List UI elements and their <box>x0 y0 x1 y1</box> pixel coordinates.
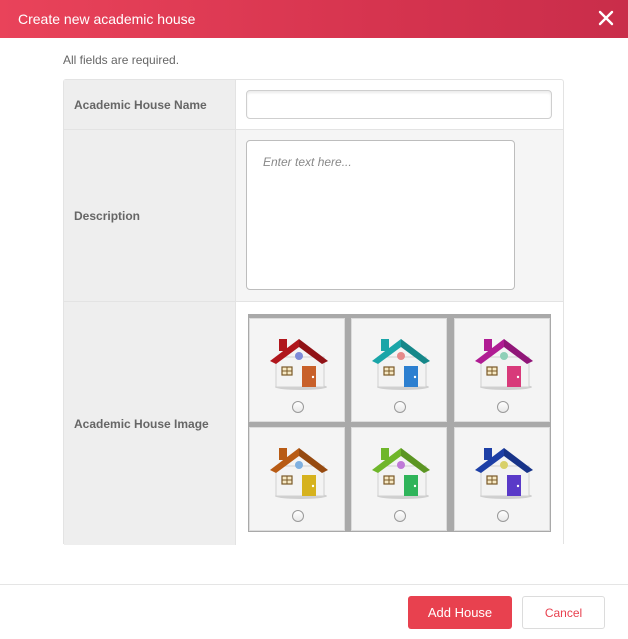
description-field-cell <box>236 130 563 301</box>
house-radio-blue[interactable] <box>497 510 509 522</box>
description-textarea[interactable] <box>246 140 515 290</box>
cancel-button[interactable]: Cancel <box>522 596 605 629</box>
house-radio-orange[interactable] <box>292 510 304 522</box>
close-icon[interactable] <box>596 8 616 28</box>
name-field-cell <box>236 80 563 129</box>
dialog-header: Create new academic house <box>0 0 628 38</box>
add-house-button[interactable]: Add House <box>408 596 512 629</box>
house-option-magenta[interactable] <box>454 318 550 422</box>
footer-divider <box>0 584 628 585</box>
house-option-red[interactable] <box>249 318 345 422</box>
house-option-green[interactable] <box>351 427 447 531</box>
house-image-grid <box>248 314 551 532</box>
house-icon <box>475 339 533 390</box>
description-label: Description <box>64 130 236 301</box>
house-icon <box>270 448 328 499</box>
house-option-blue[interactable] <box>454 427 550 531</box>
image-row: Academic House Image <box>64 302 563 545</box>
house-icon <box>372 448 430 499</box>
house-option-orange[interactable] <box>249 427 345 531</box>
house-option-teal[interactable] <box>351 318 447 422</box>
dialog-title: Create new academic house <box>18 11 196 27</box>
house-radio-green[interactable] <box>394 510 406 522</box>
name-row: Academic House Name <box>64 80 563 130</box>
image-label: Academic House Image <box>64 302 236 545</box>
academic-house-form: Academic House Name Description Academic… <box>63 79 564 545</box>
house-name-input[interactable] <box>246 90 552 119</box>
description-row: Description <box>64 130 563 302</box>
house-icon <box>475 448 533 499</box>
house-radio-red[interactable] <box>292 401 304 413</box>
name-label: Academic House Name <box>64 80 236 129</box>
house-icon <box>270 339 328 390</box>
house-icon <box>372 339 430 390</box>
required-fields-note: All fields are required. <box>63 53 180 67</box>
house-radio-magenta[interactable] <box>497 401 509 413</box>
house-radio-teal[interactable] <box>394 401 406 413</box>
image-field-cell <box>236 302 563 545</box>
